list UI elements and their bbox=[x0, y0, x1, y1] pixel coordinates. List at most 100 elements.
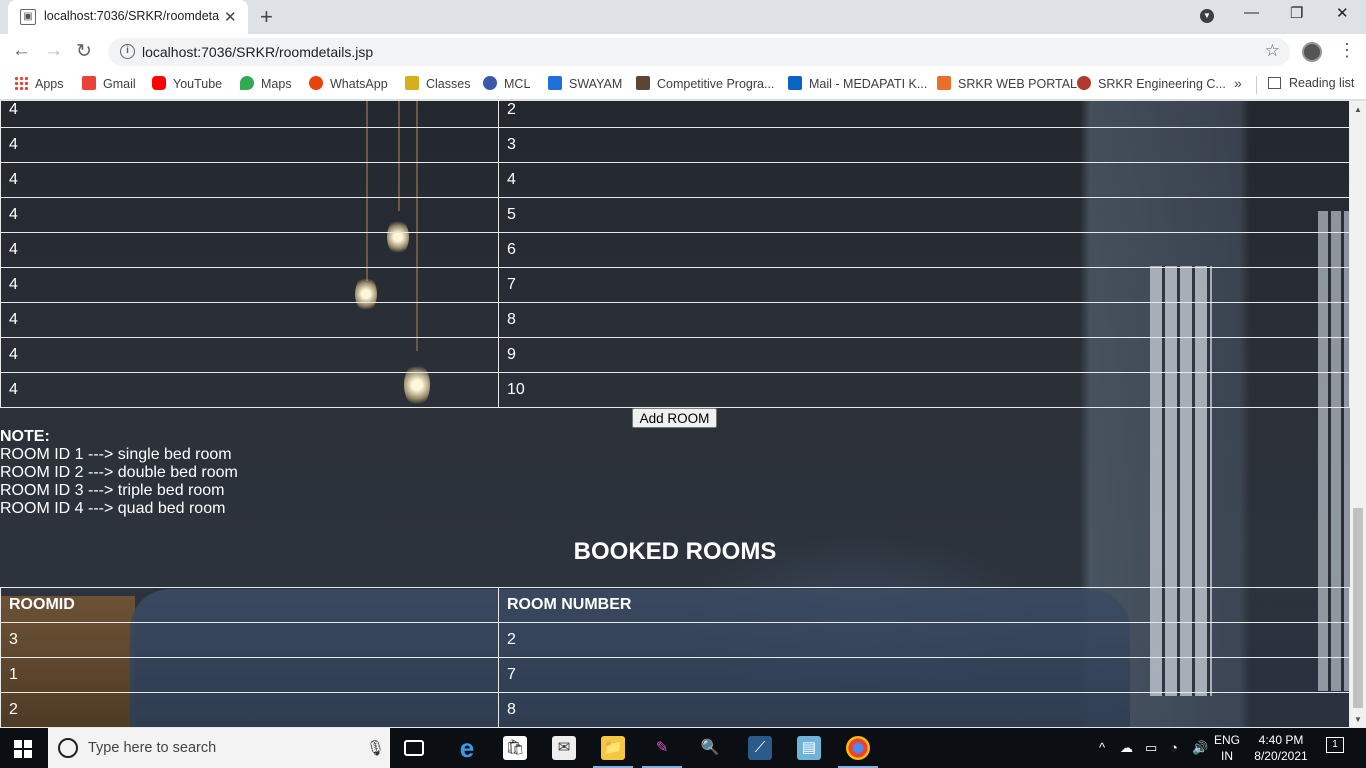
bookmark-label: Apps bbox=[35, 77, 64, 91]
microphone-icon[interactable]: 🎙 bbox=[366, 739, 385, 757]
scrollbar-thumb[interactable] bbox=[1353, 508, 1363, 708]
store-icon[interactable]: 🛍 bbox=[503, 736, 527, 760]
scroll-down-arrow-icon[interactable]: ▼ bbox=[1354, 715, 1362, 724]
cell-room-number: 9 bbox=[498, 337, 1350, 373]
bookmark-label: YouTube bbox=[173, 77, 223, 91]
bookmark-swayam[interactable]: SWAYAM bbox=[548, 76, 622, 91]
rooms-table: 4 2 4 3 4 4 4 5 4 6 4 7 4 8 4 9 4 10 bbox=[0, 101, 1350, 408]
task-view-icon[interactable] bbox=[404, 740, 424, 756]
taskbar-search-box[interactable]: Type here to search 🎙 bbox=[48, 728, 390, 768]
mail-icon[interactable]: ✉ bbox=[552, 736, 576, 760]
column-header-room-number: ROOM NUMBER bbox=[498, 587, 1350, 623]
page-favicon-icon: ▣ bbox=[20, 9, 36, 25]
note-line: ROOM ID 1 ---> single bed room bbox=[0, 446, 232, 463]
table-row: 17 bbox=[0, 657, 1350, 693]
bookmark-gmail[interactable]: Gmail bbox=[82, 76, 136, 91]
more-bookmarks-button[interactable]: » bbox=[1234, 75, 1242, 91]
forward-arrow-icon[interactable]: → bbox=[44, 40, 63, 62]
mcl-icon bbox=[483, 76, 497, 90]
tab-search-icon[interactable]: ▼ bbox=[1200, 9, 1214, 23]
page-viewport: 4 2 4 3 4 4 4 5 4 6 4 7 4 8 4 9 4 10 Add ROOM NOTE: ROOM … bbox=[0, 101, 1350, 728]
reload-icon[interactable]: ↻ bbox=[76, 40, 92, 63]
cortana-circle-icon bbox=[58, 738, 78, 758]
bookmark-label: SRKR WEB PORTAL bbox=[958, 77, 1078, 91]
srkr-college-icon bbox=[1077, 76, 1091, 90]
table-row: 49 bbox=[0, 337, 1350, 373]
kebab-menu-icon[interactable]: ⋮ bbox=[1338, 40, 1356, 61]
search-placeholder: Type here to search bbox=[88, 740, 217, 756]
profile-avatar[interactable] bbox=[1302, 42, 1322, 62]
paint-icon[interactable]: ✎ bbox=[650, 736, 674, 760]
cell-room-number: 2 bbox=[498, 622, 1350, 658]
cell-room-id: 4 bbox=[0, 302, 499, 338]
chrome-icon[interactable] bbox=[846, 736, 870, 760]
cell-room-number: 7 bbox=[498, 657, 1350, 693]
bookmark-apps[interactable]: Apps bbox=[14, 76, 64, 91]
battery-icon[interactable]: ▭ bbox=[1145, 740, 1157, 756]
cell-room-number: 4 bbox=[498, 162, 1350, 198]
bookmark-label: Maps bbox=[261, 77, 292, 91]
onedrive-cloud-icon[interactable]: ☁ bbox=[1120, 740, 1133, 756]
windows-start-icon[interactable] bbox=[14, 740, 32, 758]
table-row: 32 bbox=[0, 622, 1350, 658]
classes-icon bbox=[405, 76, 419, 90]
bookmark-star-icon[interactable]: ☆ bbox=[1265, 41, 1280, 61]
table-row: 42 bbox=[0, 101, 1350, 128]
gmail-icon bbox=[82, 76, 96, 90]
bookmark-mcl[interactable]: MCL bbox=[483, 76, 530, 91]
apps-grid-icon bbox=[14, 76, 28, 90]
restore-button[interactable]: ❐ bbox=[1290, 4, 1303, 22]
notepad-icon[interactable]: ▤ bbox=[797, 736, 821, 760]
table-row: 28 bbox=[0, 692, 1350, 728]
cell-room-id: 1 bbox=[0, 657, 499, 693]
file-explorer-icon[interactable]: 📁 bbox=[601, 736, 625, 760]
url-text[interactable]: localhost:7036/SRKR/roomdetails.jsp bbox=[142, 44, 373, 60]
cell-room-id: 4 bbox=[0, 127, 499, 163]
srkr-portal-icon bbox=[937, 76, 951, 90]
show-hidden-icons-icon[interactable]: ^ bbox=[1099, 740, 1105, 755]
bookmark-competitive[interactable]: Competitive Progra... bbox=[636, 76, 774, 91]
language-indicator[interactable]: ENG IN bbox=[1214, 732, 1240, 764]
scroll-up-arrow-icon[interactable]: ▲ bbox=[1354, 105, 1362, 114]
cell-room-id: 4 bbox=[0, 197, 499, 233]
close-window-button[interactable]: ✕ bbox=[1336, 4, 1349, 22]
booked-rooms-heading: BOOKED ROOMS bbox=[573, 538, 777, 565]
site-info-icon[interactable]: i bbox=[120, 44, 135, 59]
bookmark-youtube[interactable]: YouTube bbox=[152, 76, 222, 91]
tab-roomdetails[interactable]: ▣ localhost:7036/SRKR/roomdetails.jsp ✕ bbox=[8, 0, 248, 34]
minimize-button[interactable]: — bbox=[1244, 4, 1259, 21]
swayam-icon bbox=[548, 76, 562, 90]
windows-taskbar: Type here to search 🎙 e 🛍 ✉ 📁 ✎ 🔍 ⟋ ▤ ^ … bbox=[0, 728, 1366, 768]
bookmark-classes[interactable]: Classes bbox=[405, 76, 470, 91]
add-room-button[interactable]: Add ROOM bbox=[632, 408, 717, 428]
address-bar[interactable]: i localhost:7036/SRKR/roomdetails.jsp ☆ bbox=[108, 38, 1290, 66]
bookmark-mail[interactable]: Mail - MEDAPATI K... bbox=[788, 76, 927, 91]
cell-room-id: 4 bbox=[0, 162, 499, 198]
notification-center-icon[interactable]: 1 bbox=[1326, 737, 1344, 753]
bookmark-srkr-college[interactable]: SRKR Engineering C... bbox=[1077, 76, 1226, 91]
wifi-icon[interactable]: ◔ bbox=[1170, 740, 1178, 755]
maps-icon bbox=[240, 76, 254, 90]
magnifier-icon[interactable]: 🔍 bbox=[698, 736, 722, 760]
new-tab-button[interactable]: + bbox=[260, 4, 273, 30]
system-clock[interactable]: 4:40 PM 8/20/2021 bbox=[1252, 732, 1310, 764]
note-line: ROOM ID 2 ---> double bed room bbox=[0, 464, 238, 481]
room-type-note: NOTE: ROOM ID 1 ---> single bed room ROO… bbox=[0, 428, 238, 518]
column-header-roomid: ROOMID bbox=[0, 587, 499, 623]
bookmark-label: Gmail bbox=[103, 77, 136, 91]
clock-time: 4:40 PM bbox=[1258, 733, 1304, 747]
tab-title: localhost:7036/SRKR/roomdetails.jsp bbox=[44, 9, 220, 23]
bookmark-whatsapp[interactable]: WhatsApp bbox=[309, 76, 388, 91]
vertical-scrollbar[interactable]: ▲ ▼ bbox=[1350, 101, 1366, 728]
edge-browser-icon[interactable]: e bbox=[455, 735, 479, 761]
mysql-workbench-icon[interactable]: ⟋ bbox=[748, 736, 772, 760]
close-tab-icon[interactable]: ✕ bbox=[224, 8, 237, 26]
bookmark-maps[interactable]: Maps bbox=[240, 76, 292, 91]
note-line: ROOM ID 3 ---> triple bed room bbox=[0, 482, 225, 499]
region-code: IN bbox=[1221, 749, 1233, 763]
bookmark-srkr-portal[interactable]: SRKR WEB PORTAL bbox=[937, 76, 1077, 91]
youtube-icon bbox=[152, 76, 166, 90]
back-arrow-icon[interactable]: ← bbox=[12, 40, 31, 62]
reading-list-button[interactable]: Reading list bbox=[1268, 76, 1354, 90]
volume-icon[interactable]: 🔊 bbox=[1192, 740, 1208, 756]
